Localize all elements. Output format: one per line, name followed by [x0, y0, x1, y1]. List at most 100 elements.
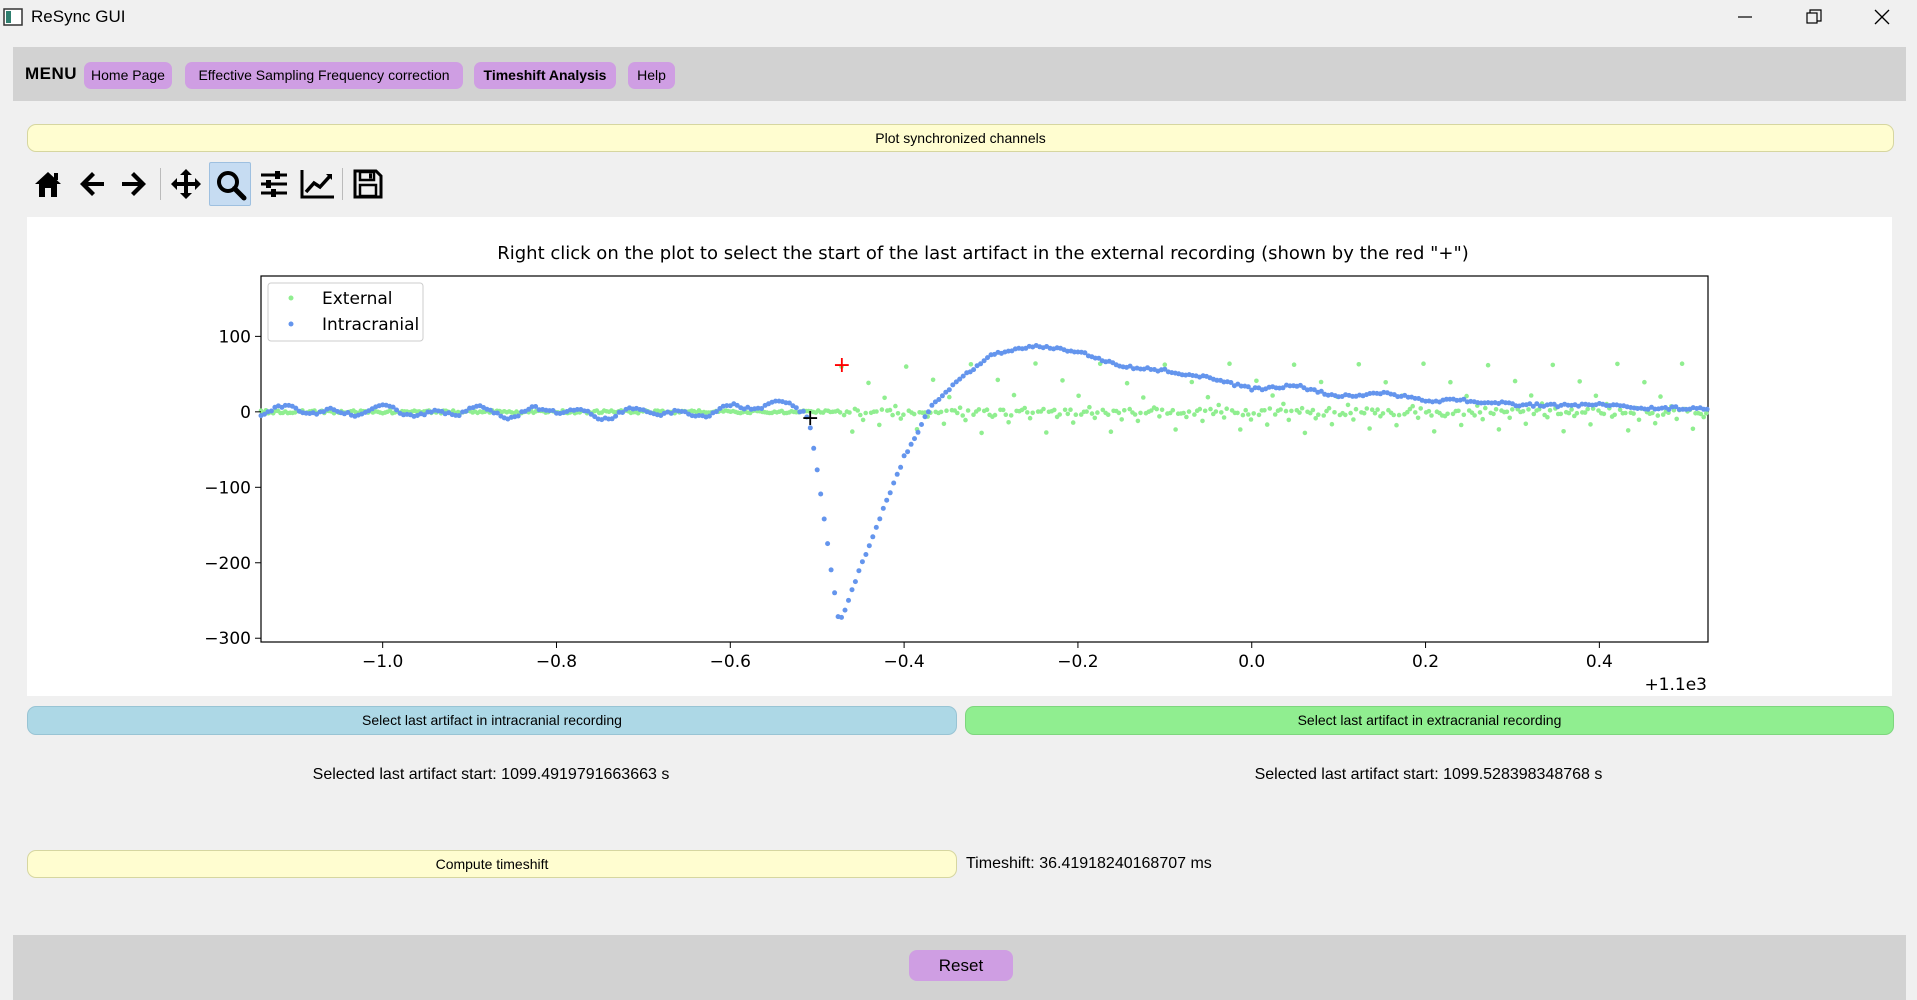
- select-intracranial-artifact-button[interactable]: Select last artifact in intracranial rec…: [27, 706, 957, 735]
- external-point: [1171, 408, 1176, 413]
- external-point: [1585, 407, 1590, 412]
- external-point: [1219, 410, 1224, 415]
- external-point: [1588, 422, 1593, 427]
- external-point: [1060, 378, 1065, 383]
- menu-help-button[interactable]: Help: [628, 62, 675, 89]
- restore-button[interactable]: [1780, 0, 1850, 34]
- zoom-button[interactable]: [209, 162, 251, 206]
- external-point: [1238, 427, 1243, 432]
- external-point: [1074, 412, 1079, 417]
- external-point: [1445, 412, 1450, 417]
- external-point: [1704, 411, 1709, 416]
- external-point: [977, 407, 982, 412]
- external-point: [901, 412, 906, 417]
- intracranial-point: [895, 472, 900, 477]
- external-point: [1025, 410, 1030, 415]
- intracranial-point: [815, 467, 820, 472]
- footer-bar: Reset: [13, 935, 1906, 1000]
- external-point: [1551, 363, 1556, 368]
- y-tick-label: 100: [219, 327, 251, 347]
- intracranial-point: [926, 409, 931, 414]
- external-point: [861, 418, 866, 423]
- minimize-button[interactable]: [1711, 0, 1781, 34]
- axes-frame: [261, 276, 1708, 642]
- home-button[interactable]: [27, 162, 69, 206]
- external-point: [1287, 418, 1292, 423]
- external-point: [1416, 416, 1421, 421]
- external-point: [1265, 422, 1270, 427]
- external-point: [1507, 416, 1512, 421]
- forward-button[interactable]: [113, 162, 155, 206]
- external-point: [1292, 362, 1297, 367]
- intracranial-point: [843, 608, 848, 613]
- intracranial-point: [874, 525, 879, 530]
- external-point: [1184, 415, 1189, 420]
- external-point: [1200, 419, 1205, 424]
- external-point: [1006, 420, 1011, 425]
- plot-synchronized-channels-button[interactable]: Plot synchronized channels: [27, 124, 1894, 152]
- external-point: [1084, 409, 1089, 414]
- external-point: [1545, 415, 1550, 420]
- external-point: [1346, 403, 1351, 408]
- external-point: [1674, 417, 1679, 422]
- external-point: [1615, 362, 1620, 367]
- selected-intracranial-start-label: Selected last artifact start: 1099.49197…: [27, 766, 955, 784]
- intracranial-point: [884, 498, 889, 503]
- external-point: [880, 407, 885, 412]
- external-point: [1044, 430, 1049, 435]
- back-button[interactable]: [71, 162, 113, 206]
- close-button[interactable]: [1848, 0, 1917, 34]
- title-bar: ReSync GUI: [0, 0, 1917, 34]
- external-point: [1330, 422, 1335, 427]
- compute-timeshift-button[interactable]: Compute timeshift: [27, 850, 957, 878]
- external-point: [899, 416, 904, 421]
- intracranial-point: [853, 579, 858, 584]
- external-point: [1030, 411, 1035, 416]
- intracranial-point: [909, 442, 914, 447]
- external-point: [1125, 381, 1130, 386]
- select-extracranial-artifact-button[interactable]: Select last artifact in extracranial rec…: [965, 706, 1894, 735]
- menu-timeshift-analysis-button[interactable]: Timeshift Analysis: [474, 62, 616, 89]
- external-point: [1462, 413, 1467, 418]
- pan-button[interactable]: [165, 162, 207, 206]
- external-point: [1354, 407, 1359, 412]
- back-icon: [76, 168, 108, 200]
- external-point: [1136, 419, 1141, 424]
- external-point: [1623, 411, 1628, 416]
- external-point: [1224, 406, 1229, 411]
- plot-canvas[interactable]: Right click on the plot to select the st…: [27, 217, 1892, 696]
- external-point: [896, 411, 901, 416]
- menu-sampling-frequency-button[interactable]: Effective Sampling Frequency correction: [185, 62, 463, 89]
- legend: External Intracranial: [268, 283, 423, 341]
- external-point: [942, 422, 947, 427]
- external-point: [1012, 393, 1017, 398]
- external-point: [1249, 417, 1254, 422]
- external-point: [1418, 406, 1423, 411]
- toolbar-separator: [160, 168, 161, 200]
- external-point: [1362, 411, 1367, 416]
- intracranial-point: [891, 481, 896, 486]
- intracranial-point: [867, 543, 872, 548]
- external-point: [1192, 412, 1197, 417]
- external-point: [1243, 408, 1248, 413]
- reset-button[interactable]: Reset: [909, 950, 1013, 981]
- intracranial-selection-marker: +: [801, 406, 819, 431]
- external-point: [979, 431, 984, 436]
- subplots-config-button[interactable]: [253, 162, 295, 206]
- home-icon: [32, 168, 64, 200]
- external-point: [1497, 427, 1502, 432]
- external-point: [939, 410, 944, 415]
- external-point: [1656, 413, 1661, 418]
- edit-axis-button[interactable]: [295, 162, 337, 206]
- intracranial-point: [877, 516, 882, 521]
- legend-marker-external: [289, 296, 294, 301]
- pan-icon: [170, 168, 202, 200]
- intracranial-point: [839, 615, 844, 620]
- x-tick-label: −0.8: [536, 652, 577, 672]
- external-point: [1122, 408, 1127, 413]
- save-button[interactable]: [347, 162, 389, 206]
- external-point: [1367, 426, 1372, 431]
- menu-home-page-button[interactable]: Home Page: [84, 62, 172, 89]
- intracranial-point: [902, 453, 907, 458]
- external-point: [1281, 402, 1286, 407]
